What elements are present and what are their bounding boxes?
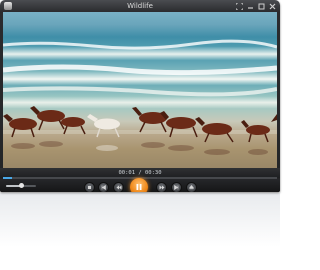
fullscreen-icon[interactable]	[235, 2, 243, 10]
close-icon[interactable]	[268, 2, 276, 10]
minimize-icon[interactable]	[246, 2, 254, 10]
stop-button[interactable]	[84, 182, 95, 192]
title-bar[interactable]: Wildlife	[0, 0, 280, 12]
video-frame[interactable]	[3, 12, 277, 168]
stop-icon	[88, 186, 91, 189]
rewind-icon	[116, 185, 121, 190]
maximize-icon[interactable]	[257, 2, 265, 10]
wild-horses-beach-image	[3, 39, 277, 155]
volume-knob[interactable]	[18, 183, 24, 188]
volume-slider[interactable]	[6, 183, 36, 188]
open-file-button[interactable]	[186, 182, 197, 192]
pause-button[interactable]	[130, 178, 148, 192]
previous-icon	[101, 185, 106, 190]
previous-button[interactable]	[98, 182, 109, 192]
window-controls	[235, 2, 276, 10]
control-bar	[0, 178, 280, 192]
player-window: Wildlife 00:01 / 00:30	[0, 0, 280, 192]
pause-icon	[136, 184, 142, 190]
fast-forward-button[interactable]	[156, 182, 167, 192]
open-file-icon	[189, 185, 194, 190]
next-button[interactable]	[171, 182, 182, 192]
fast-forward-icon	[159, 185, 164, 190]
window-reflection	[0, 193, 280, 270]
next-icon	[174, 185, 179, 190]
rewind-button[interactable]	[113, 182, 124, 192]
